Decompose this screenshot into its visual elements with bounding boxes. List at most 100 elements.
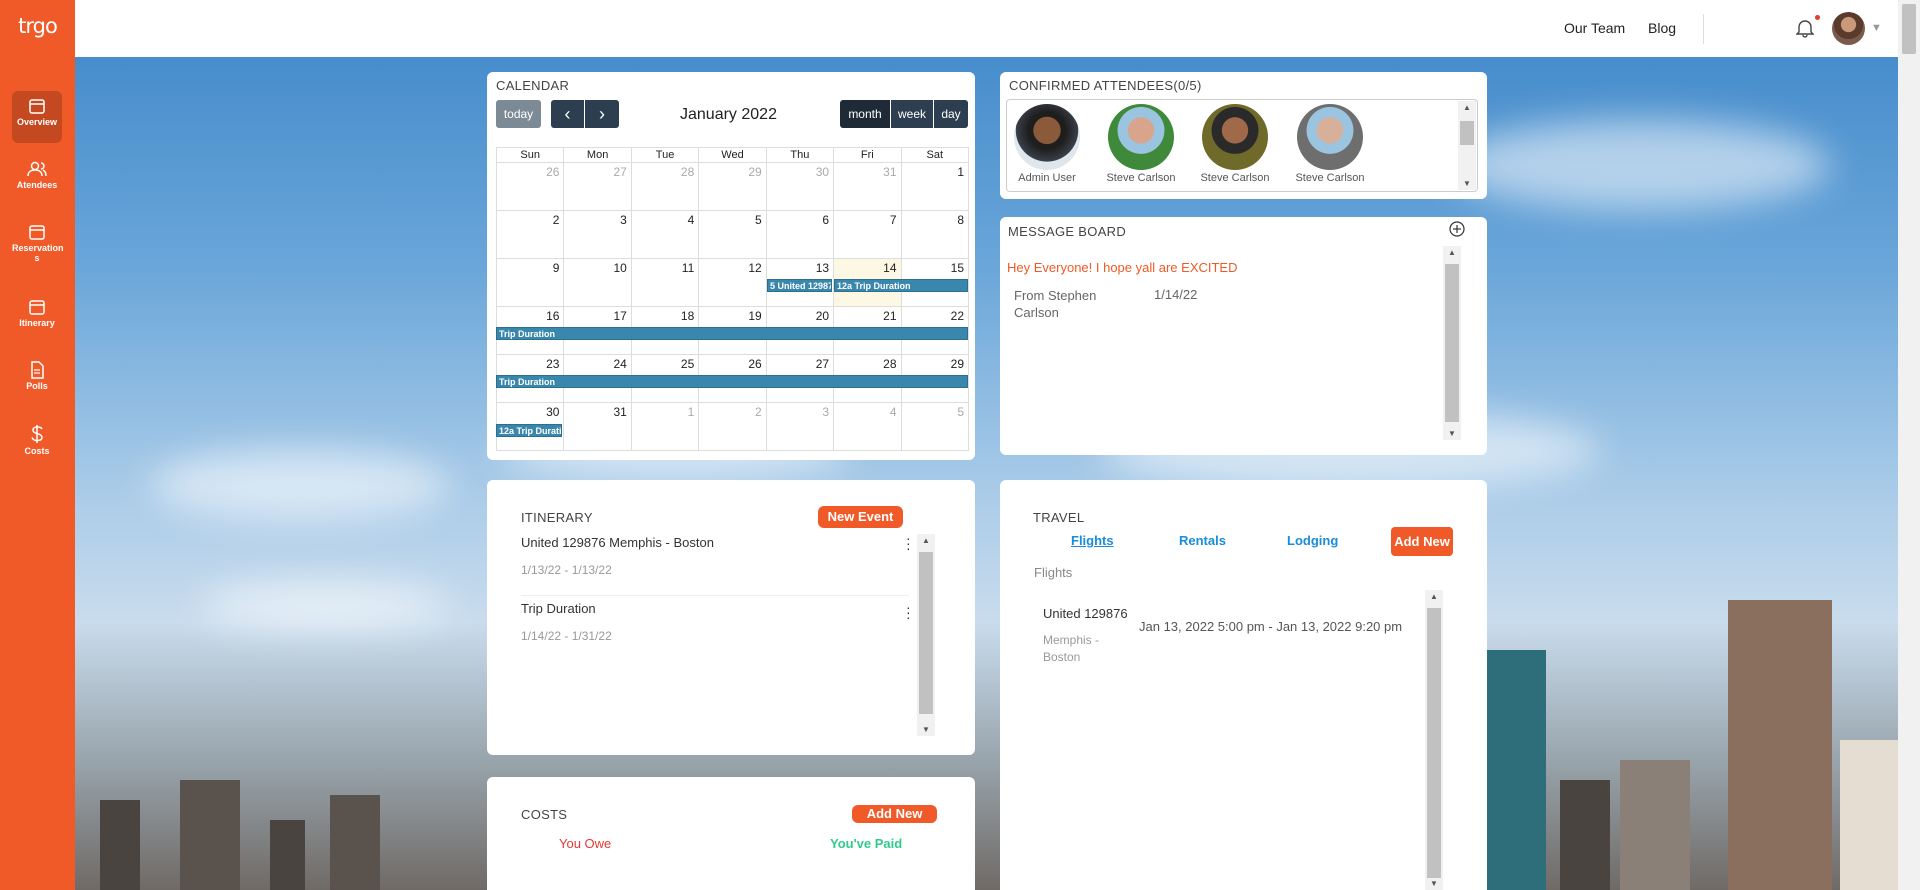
day-cell[interactable]: 10 [563, 258, 632, 307]
dollar-icon [31, 425, 43, 443]
attendee-name: Steve Carlson [1106, 172, 1176, 184]
you-owe-label[interactable]: You Owe [559, 836, 611, 851]
day-cell[interactable]: 7 [833, 210, 902, 259]
attendee-card[interactable]: Steve Carlson [1291, 104, 1369, 184]
tab-flights[interactable]: Flights [1071, 533, 1114, 548]
tab-lodging[interactable]: Lodging [1287, 533, 1338, 548]
add-cost-button[interactable]: Add New [852, 805, 937, 823]
flight-route: Memphis - Boston [1043, 633, 1100, 664]
prev-month-button[interactable]: ‹ [551, 100, 584, 128]
bell-icon[interactable] [1796, 18, 1814, 38]
day-cell[interactable]: 2 [495, 210, 565, 259]
weekday-header: Sun [495, 147, 565, 163]
day-cell[interactable]: 31 [833, 162, 902, 211]
sidebar-item-itinerary[interactable]: Itinerary [12, 292, 62, 344]
next-month-button[interactable]: › [585, 100, 619, 128]
travel-title: TRAVEL [1033, 510, 1085, 525]
calendar-event[interactable]: Trip Duration [496, 327, 968, 340]
chevron-down-icon[interactable]: ▼ [1871, 22, 1882, 34]
sidebar-item-costs[interactable]: Costs [12, 418, 62, 470]
costs-panel [487, 777, 975, 890]
attendee-name: Admin User [1018, 172, 1076, 184]
calendar-icon [29, 225, 45, 240]
users-icon [27, 161, 47, 177]
day-cell[interactable]: 26 [495, 162, 565, 211]
attendee-card[interactable]: Steve Carlson [1196, 104, 1274, 184]
day-cell[interactable]: 3 [563, 210, 632, 259]
blog-link[interactable]: Blog [1648, 20, 1676, 36]
attendee-card[interactable]: Steve Carlson [1102, 104, 1180, 184]
calendar-grid: Sun Mon Tue Wed Thu Fri Sat 26 27 28 29 … [495, 147, 970, 451]
page-scrollbar[interactable] [1898, 0, 1920, 890]
tab-rentals[interactable]: Rentals [1179, 533, 1226, 548]
message-board-scrollbar[interactable]: ▲ ▼ [1443, 246, 1461, 440]
day-cell[interactable]: 30 [765, 162, 835, 211]
day-cell[interactable]: 3 [765, 402, 835, 451]
flight-times: Jan 13, 2022 5:00 pm - Jan 13, 2022 9:20… [1139, 619, 1403, 634]
itinerary-scrollbar[interactable]: ▲ ▼ [917, 534, 935, 736]
month-view-button[interactable]: month [840, 100, 890, 128]
calendar-month-title: January 2022 [680, 106, 777, 123]
day-cell[interactable]: 29 [698, 162, 767, 211]
day-view-button[interactable]: day [934, 100, 968, 128]
app-logo[interactable]: trgo [0, 14, 75, 38]
more-options-icon[interactable]: · · · [906, 600, 911, 624]
calendar-event[interactable]: Trip Duration [496, 375, 968, 388]
add-circle-icon[interactable] [1449, 221, 1465, 237]
divider [1703, 14, 1704, 44]
sidebar-item-reservations[interactable]: Reservation s [12, 217, 64, 277]
itinerary-item[interactable]: Trip Duration 1/14/22 - 1/31/22 [521, 601, 921, 643]
top-navbar [75, 0, 1920, 57]
message-date: 1/14/22 [1154, 287, 1198, 302]
add-travel-button[interactable]: Add New [1391, 527, 1453, 556]
sidebar-item-polls[interactable]: Polls [12, 355, 62, 407]
day-cell[interactable]: 1 [900, 162, 970, 211]
avatar [1202, 104, 1268, 170]
calendar-event[interactable]: 12a Trip Duration [496, 424, 562, 437]
travel-section-label: Flights [1034, 565, 1073, 580]
more-options-icon[interactable]: · · · [906, 531, 911, 555]
sidebar-item-label: Costs [24, 446, 50, 456]
day-cell[interactable]: 4 [833, 402, 902, 451]
calendar-event[interactable]: 5 United 129876 [767, 279, 832, 292]
sidebar-item-label: Polls [26, 381, 48, 391]
day-cell[interactable]: 6 [765, 210, 835, 259]
day-cell[interactable]: 31 [563, 402, 632, 451]
day-cell[interactable]: 1 [630, 402, 700, 451]
itinerary-item[interactable]: United 129876 Memphis - Boston 1/13/22 -… [521, 535, 921, 577]
attendee-card[interactable]: Admin User [1008, 104, 1086, 184]
attendees-title: CONFIRMED ATTENDEES(0/5) [1009, 78, 1202, 93]
day-cell[interactable]: 9 [495, 258, 565, 307]
day-cell[interactable]: 12 [698, 258, 767, 307]
day-cell[interactable]: 11 [630, 258, 700, 307]
travel-scrollbar[interactable]: ▲ ▼ [1425, 590, 1443, 890]
our-team-link[interactable]: Our Team [1564, 20, 1625, 36]
day-cell[interactable]: 27 [563, 162, 632, 211]
day-cell[interactable]: 5 [900, 402, 970, 451]
weekday-header: Tue [630, 147, 700, 163]
sidebar-item-attendees[interactable]: Atendees [12, 154, 62, 206]
sidebar-item-label: Overview [16, 117, 58, 127]
day-cell[interactable]: 5 [698, 210, 767, 259]
attendees-scrollbar[interactable]: ▲ ▼ [1458, 101, 1476, 190]
day-cell[interactable]: 4 [630, 210, 700, 259]
itinerary-item-title: Trip Duration [521, 601, 596, 616]
today-button[interactable]: today [496, 100, 541, 128]
message-board-title: MESSAGE BOARD [1008, 224, 1127, 239]
avatar[interactable] [1832, 12, 1865, 45]
day-cell[interactable]: 2 [698, 402, 767, 451]
sidebar-item-overview[interactable]: Overview [12, 91, 62, 143]
new-event-button[interactable]: New Event [818, 506, 903, 528]
week-view-button[interactable]: week [891, 100, 933, 128]
you-paid-label[interactable]: You've Paid [830, 836, 902, 851]
attendee-name: Steve Carlson [1200, 172, 1270, 184]
day-cell[interactable]: 28 [630, 162, 700, 211]
calendar-title: CALENDAR [496, 78, 570, 93]
day-cell[interactable]: 8 [900, 210, 970, 259]
sidebar-item-label: Reservation s [12, 243, 64, 263]
calendar-event[interactable]: 12a Trip Duration [834, 279, 968, 292]
costs-title: COSTS [521, 807, 568, 822]
sidebar-item-label: Atendees [16, 180, 58, 190]
itinerary-item-dates: 1/13/22 - 1/13/22 [521, 563, 612, 577]
sidebar-item-label: Itinerary [19, 318, 55, 328]
